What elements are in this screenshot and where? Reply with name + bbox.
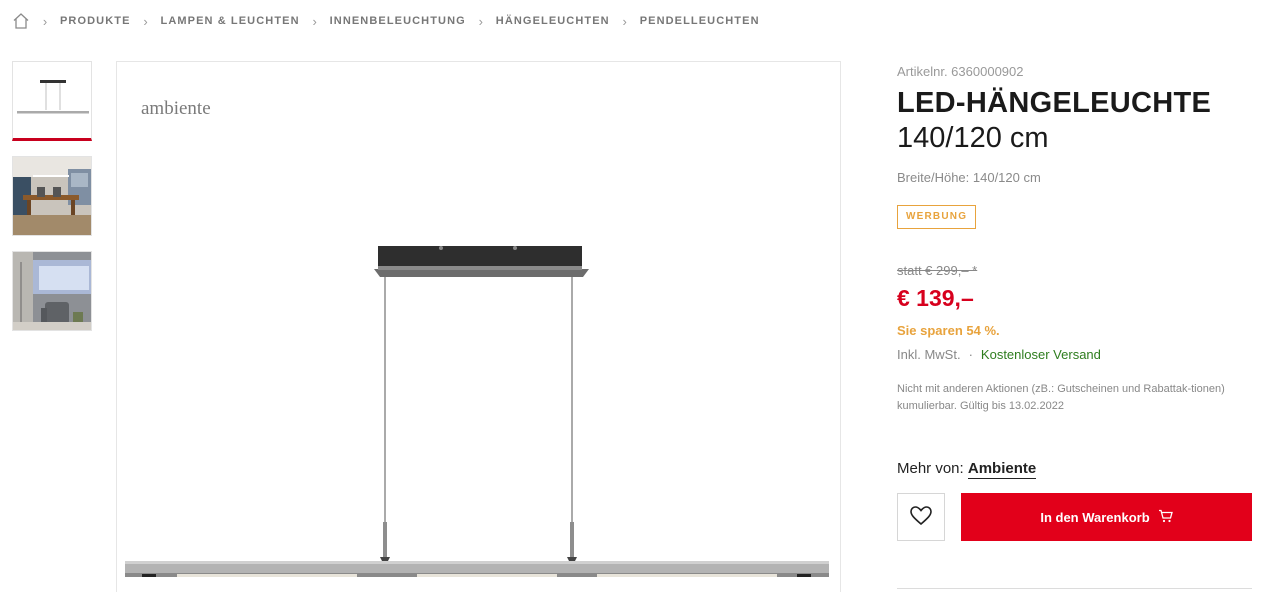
more-from-label: Mehr von: — [897, 460, 964, 477]
promotion-notice: Nicht mit anderen Aktionen (zB.: Gutsche… — [897, 383, 1225, 412]
thumbnail-living-room[interactable] — [12, 251, 92, 331]
breadcrumb: › PRODUKTE › LAMPEN & LEUCHTEN › INNENBE… — [12, 11, 760, 31]
ad-badge: WERBUNG — [897, 205, 977, 229]
free-shipping-note: Kostenloser Versand — [980, 347, 1101, 362]
product-dimensions: Breite/Höhe: 140/120 cm — [897, 170, 1041, 185]
chevron-right-icon: › — [622, 13, 627, 29]
cart-icon — [1158, 509, 1173, 526]
chevron-right-icon: › — [312, 13, 317, 29]
add-to-cart-button[interactable]: In den Warenkorb — [961, 493, 1252, 541]
thumbnail-gallery — [12, 61, 92, 346]
old-price: statt € 299,– * — [897, 263, 978, 278]
purchase-actions: In den Warenkorb — [897, 493, 1253, 541]
breadcrumb-haengeleuchten[interactable]: HÄNGELEUCHTEN — [496, 15, 610, 27]
chevron-right-icon: › — [42, 13, 48, 29]
tax-note: Inkl. MwSt. — [897, 347, 961, 362]
breadcrumb-lampen-leuchten[interactable]: LAMPEN & LEUCHTEN — [161, 15, 300, 27]
divider — [897, 588, 1252, 589]
more-from-row: Mehr von: Ambiente — [897, 458, 1253, 480]
thumbnail-dining-room[interactable] — [12, 156, 92, 236]
tax-shipping-row: Inkl. MwSt. · Kostenloser Versand — [897, 346, 1253, 364]
thumbnail-lamp-product[interactable] — [12, 61, 92, 141]
home-icon[interactable] — [12, 12, 30, 30]
lamp-illustration — [125, 246, 829, 577]
breadcrumb-pendelleuchten[interactable]: PENDELLEUCHTEN — [640, 15, 760, 27]
heart-icon — [910, 505, 932, 529]
wishlist-button[interactable] — [897, 493, 945, 541]
add-to-cart-label: In den Warenkorb — [1040, 509, 1150, 525]
separator-dot: · — [968, 347, 973, 362]
savings-text: Sie sparen 54 %. — [897, 323, 1000, 338]
product-title: LED-HÄNGELEUCHTE — [897, 87, 1212, 119]
breadcrumb-innenbeleuchtung[interactable]: INNENBELEUCHTUNG — [330, 15, 466, 27]
more-from-brand-link[interactable]: Ambiente — [967, 460, 1037, 479]
main-product-image[interactable]: ambiente — [116, 61, 841, 592]
chevron-right-icon: › — [478, 13, 483, 29]
breadcrumb-produkte[interactable]: PRODUKTE — [60, 15, 131, 27]
chevron-right-icon: › — [143, 13, 148, 29]
article-number: Artikelnr. 6360000902 — [897, 64, 1024, 79]
current-price: € 139,– — [897, 285, 974, 311]
product-info: Artikelnr. 6360000902 LED-HÄNGELEUCHTE 1… — [897, 62, 1253, 541]
product-subtitle: 140/120 cm — [897, 122, 1049, 154]
